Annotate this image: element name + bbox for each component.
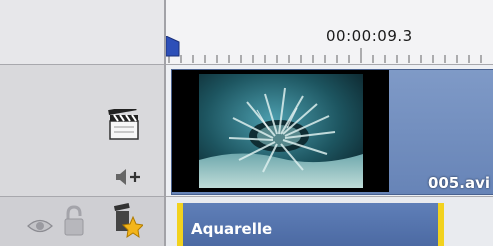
effect-track: Aquarelle	[166, 197, 493, 246]
playhead-marker[interactable]	[166, 36, 180, 58]
effect-track-header	[0, 197, 164, 246]
speaker-add-icon[interactable]	[114, 167, 142, 187]
ruler-timecode: 00:00:09.3	[326, 27, 413, 45]
header-corner	[0, 0, 164, 65]
effect-clip[interactable]: Aquarelle	[177, 203, 444, 246]
clip-filename: 005.avi	[427, 174, 490, 192]
track-header-panel	[0, 0, 164, 246]
clip-thumbnail	[199, 74, 363, 188]
lock-icon[interactable]	[63, 205, 85, 237]
timeline-ruler[interactable]: 00:00:09.3	[166, 0, 493, 65]
eye-icon[interactable]	[26, 217, 54, 235]
effect-star-icon[interactable]	[113, 203, 143, 239]
video-clip[interactable]: 005.avi	[171, 69, 493, 195]
clapperboard-icon[interactable]	[106, 109, 142, 141]
clip-thumbnail-frame	[172, 70, 389, 192]
video-track-header	[0, 65, 164, 197]
video-track: 005.avi	[166, 65, 493, 197]
effect-clip-label: Aquarelle	[191, 220, 273, 238]
